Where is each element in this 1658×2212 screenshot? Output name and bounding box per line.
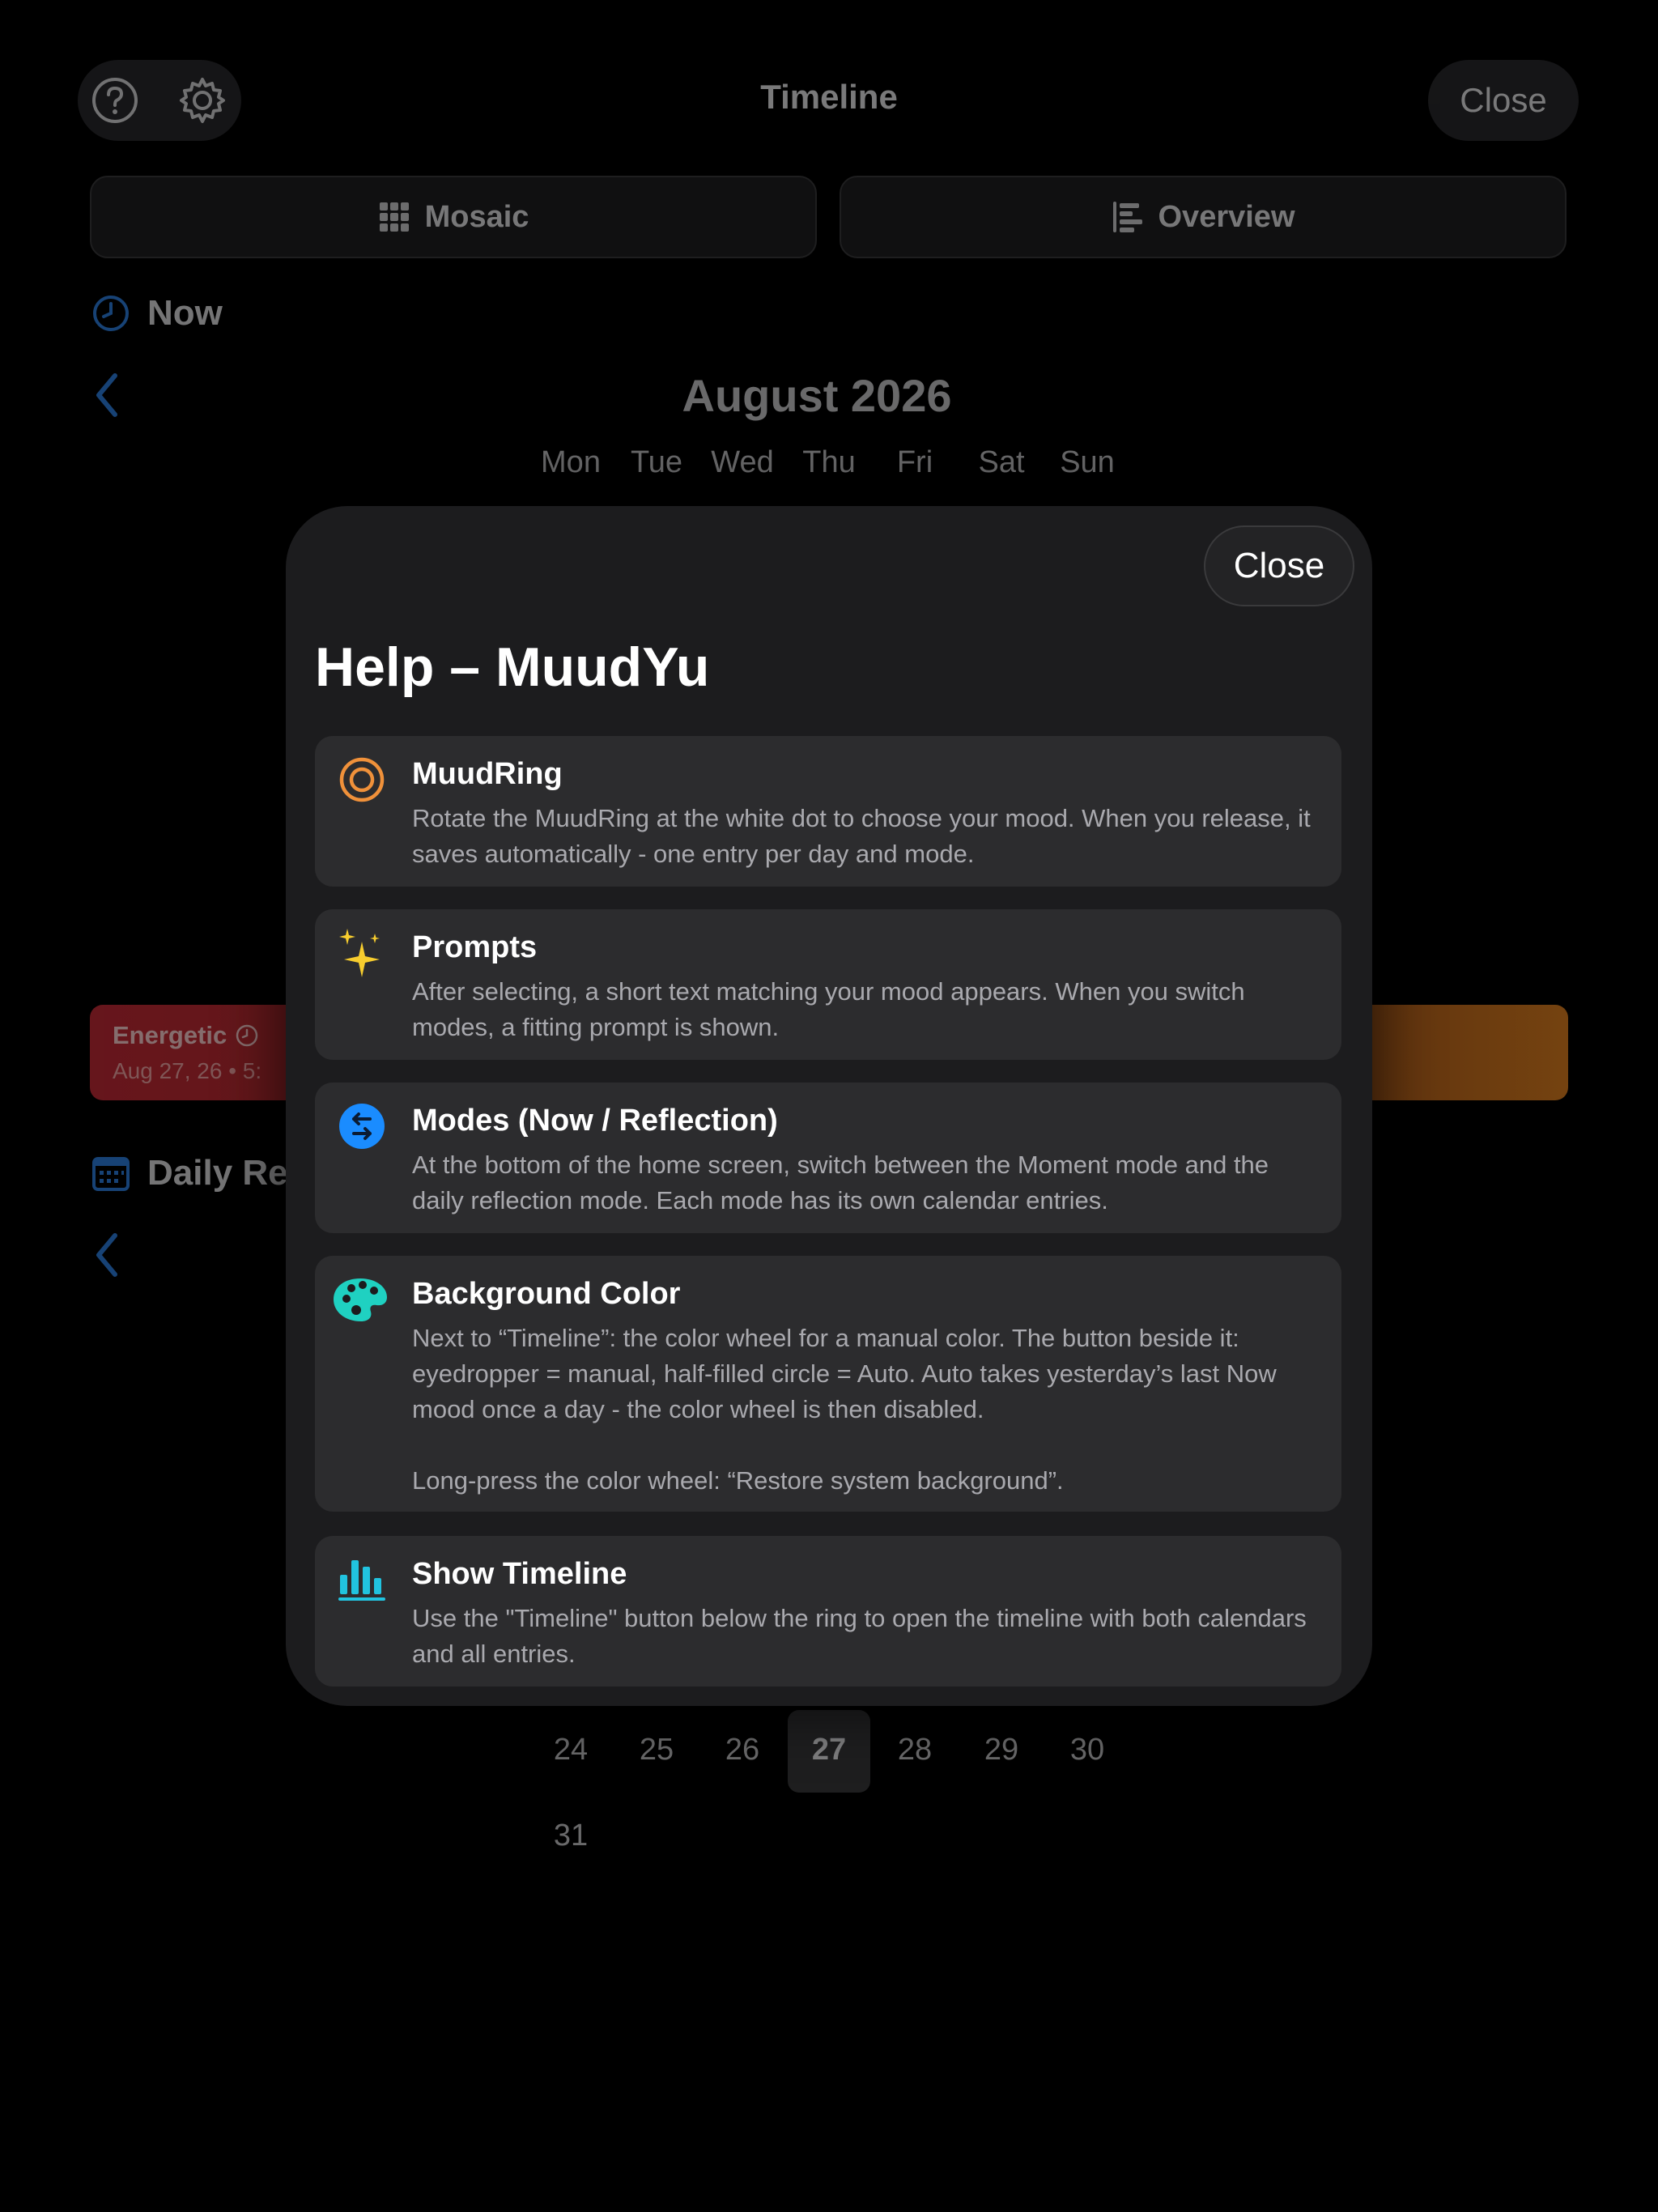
- tab-overview-label: Overview: [1158, 199, 1295, 234]
- tab-overview[interactable]: Overview: [840, 176, 1567, 258]
- calendar-day[interactable]: 24: [528, 1733, 614, 1767]
- help-title: Help – MuudYu: [315, 636, 710, 698]
- help-item-body: Rotate the MuudRing at the white dot to …: [412, 804, 1311, 868]
- entry-date: Aug 27, 26 • 5:: [113, 1058, 262, 1083]
- calendar-day[interactable]: 30: [1044, 1733, 1130, 1767]
- help-modal: Close Help – MuudYu MuudRing Rotate the …: [286, 506, 1372, 1706]
- timeline-close-button[interactable]: Close: [1428, 60, 1579, 141]
- clock-icon: [236, 1024, 258, 1047]
- help-item-body: Use the "Timeline" button below the ring…: [412, 1604, 1307, 1668]
- entry-mood-label: Energetic: [113, 1021, 227, 1049]
- calendar-day[interactable]: 29: [959, 1733, 1044, 1767]
- tab-mosaic[interactable]: Mosaic: [90, 176, 817, 258]
- help-close-button[interactable]: Close: [1204, 525, 1354, 606]
- tab-mosaic-label: Mosaic: [424, 199, 529, 234]
- entry-mood: Energetic: [113, 1021, 259, 1050]
- help-item-prompts: Prompts After selecting, a short text ma…: [315, 909, 1341, 1060]
- weekday-label: Tue: [630, 445, 683, 479]
- daily-section-header: Daily Re: [92, 1153, 288, 1193]
- weekday-label: Mon: [541, 445, 601, 479]
- bar-chart-icon: [336, 1554, 388, 1606]
- help-item-muudring: MuudRing Rotate the MuudRing at the whit…: [315, 736, 1341, 887]
- calendar-day-today[interactable]: 27: [786, 1733, 872, 1767]
- grid-icon: [379, 202, 409, 232]
- weekday-label: Sat: [978, 445, 1025, 479]
- previous-month-icon[interactable]: [91, 1231, 123, 1279]
- clock-icon: [93, 296, 129, 331]
- help-item-title: Background Color: [412, 1277, 681, 1311]
- calendar-month-title: August 2026: [682, 370, 952, 421]
- calendar-day[interactable]: 26: [699, 1733, 785, 1767]
- now-section-header: Now: [92, 293, 223, 334]
- screen-title: Timeline: [760, 78, 898, 116]
- calendar-day[interactable]: 31: [528, 1819, 614, 1853]
- help-item-show-timeline: Show Timeline Use the "Timeline" button …: [315, 1536, 1341, 1687]
- help-item-background-color: Background Color Next to “Timeline”: the…: [315, 1256, 1341, 1512]
- daily-section-label: Daily Re: [147, 1153, 288, 1193]
- help-item-body: At the bottom of the home screen, switch…: [412, 1151, 1269, 1214]
- calendar-icon: [92, 1157, 130, 1191]
- help-item-title: Prompts: [412, 930, 538, 964]
- weekday-label: Wed: [711, 445, 774, 479]
- palette-icon: [331, 1274, 389, 1325]
- list-bars-icon: [1112, 202, 1142, 232]
- help-item-body: Next to “Timeline”: the color wheel for …: [412, 1324, 1277, 1495]
- help-item-modes: Modes (Now / Reflection) At the bottom o…: [315, 1083, 1341, 1233]
- swap-arrows-icon: [336, 1100, 388, 1152]
- target-ring-icon: [336, 754, 388, 806]
- help-item-title: MuudRing: [412, 757, 563, 791]
- weekday-label: Sun: [1060, 445, 1115, 479]
- weekday-label: Fri: [896, 445, 933, 479]
- weekday-label: Thu: [802, 445, 856, 479]
- help-item-title: Show Timeline: [412, 1557, 627, 1591]
- help-item-body: After selecting, a short text matching y…: [412, 977, 1245, 1041]
- now-section-label: Now: [147, 293, 223, 333]
- help-item-title: Modes (Now / Reflection): [412, 1104, 778, 1138]
- sparkles-icon: [336, 927, 388, 979]
- calendar-day[interactable]: 28: [872, 1733, 958, 1767]
- calendar-day[interactable]: 25: [614, 1733, 699, 1767]
